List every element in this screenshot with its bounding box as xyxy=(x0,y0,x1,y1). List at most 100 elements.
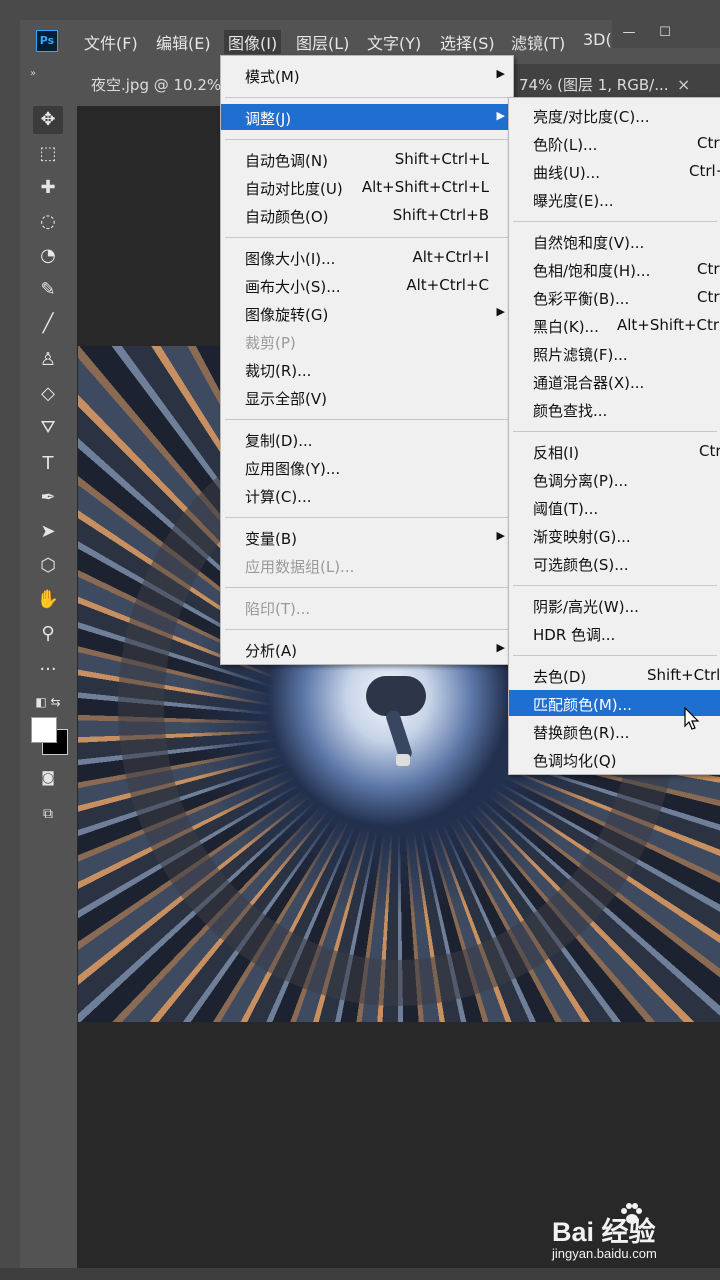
adjust_menu-item-shortcut: Alt+Shift+Ctrl xyxy=(617,316,720,334)
eraser-tool-icon[interactable]: ◇ xyxy=(33,380,63,408)
image_menu-item[interactable]: 图像旋转(G) ▶ xyxy=(221,300,513,326)
adjustments-submenu: 亮度/对比度(C)... 色阶(L)... Ctrl 曲线(U)... Ctrl+ 曝光度… xyxy=(508,97,720,775)
image_menu-item-label: 计算(C)... xyxy=(245,488,312,506)
adjust_menu-item[interactable]: 亮度/对比度(C)... xyxy=(509,102,720,128)
adjust_menu-item[interactable]: 色阶(L)... Ctrl xyxy=(509,130,720,156)
menu-separator xyxy=(513,431,717,432)
image_menu-item[interactable]: 显示全部(V) xyxy=(221,384,513,410)
adjust_menu-item[interactable]: 去色(D) Shift+Ctrl xyxy=(509,662,720,688)
lasso-tool-icon[interactable]: ◌ xyxy=(33,208,63,236)
menu-separator xyxy=(225,97,509,98)
move-tool-icon[interactable]: ✥ xyxy=(33,106,63,134)
image_menu-item-label: 陷印(T)... xyxy=(245,600,311,618)
adjust_menu-item[interactable]: 色调分离(P)... xyxy=(509,466,720,492)
jumping-person xyxy=(356,676,436,766)
adjust_menu-item[interactable]: 通道混合器(X)... xyxy=(509,368,720,394)
menu-file[interactable]: 文件(F) xyxy=(84,30,138,54)
maximize-button[interactable]: ☐ xyxy=(650,23,680,43)
image_menu-item-label: 自动色调(N) xyxy=(245,152,328,170)
image_menu-item[interactable]: 模式(M) ▶ xyxy=(221,62,513,88)
stamp-tool-icon[interactable]: ♙ xyxy=(33,346,63,374)
screen-mode-icon[interactable]: ⧉ xyxy=(33,800,63,828)
adjust_menu-item[interactable]: 自然饱和度(V)... xyxy=(509,228,720,254)
eyedropper-tool-icon[interactable]: ✎ xyxy=(33,276,63,304)
menu-3d[interactable]: 3D( xyxy=(583,30,612,49)
image_menu-item[interactable]: 画布大小(S)... Alt+Ctrl+C xyxy=(221,272,513,298)
adjust_menu-item[interactable]: 阴影/高光(W)... xyxy=(509,592,720,618)
menu-edit[interactable]: 编辑(E) xyxy=(156,30,211,54)
image_menu-item[interactable]: 自动色调(N) Shift+Ctrl+L xyxy=(221,146,513,172)
adjust_menu-item[interactable]: 曲线(U)... Ctrl+ xyxy=(509,158,720,184)
image_menu-item: 陷印(T)... xyxy=(221,594,513,620)
adjust_menu-item[interactable]: 色彩平衡(B)... Ctrl xyxy=(509,284,720,310)
image_menu-item[interactable]: 应用图像(Y)... xyxy=(221,454,513,480)
document-tab-night-sky[interactable]: 夜空.jpg @ 10.2% xyxy=(77,64,227,106)
menu-select[interactable]: 选择(S) xyxy=(440,30,495,54)
adjust_menu-item-label: 自然饱和度(V)... xyxy=(533,234,645,252)
adjust_menu-item-label: 曲线(U)... xyxy=(533,164,600,182)
watermark-brand: Bai 经验 xyxy=(552,1217,656,1247)
brush-tool-icon[interactable]: ╱ xyxy=(33,310,63,338)
image_menu-item-label: 裁切(R)... xyxy=(245,362,312,380)
adjust_menu-item[interactable]: 阈值(T)... xyxy=(509,494,720,520)
adjust_menu-item[interactable]: 照片滤镜(F)... xyxy=(509,340,720,366)
adjust_menu-item[interactable]: 曝光度(E)... xyxy=(509,186,720,212)
menu-separator xyxy=(513,655,717,656)
quick-mask-icon[interactable]: ◙ xyxy=(33,764,63,792)
adjust_menu-item-shortcut: Ctrl xyxy=(697,260,720,278)
image_menu-item-label: 图像旋转(G) xyxy=(245,306,329,324)
path-select-tool-icon[interactable]: ➤ xyxy=(33,518,63,546)
adjust_menu-item[interactable]: 色相/饱和度(H)... Ctrl xyxy=(509,256,720,282)
image_menu-item[interactable]: 分析(A) ▶ xyxy=(221,636,513,662)
quick-select-tool-icon[interactable]: ◔ xyxy=(33,242,63,270)
healing-tool-icon[interactable]: ✚ xyxy=(33,174,63,202)
paint-bucket-tool-icon[interactable]: ⛛ xyxy=(33,414,63,442)
minimize-button[interactable]: — xyxy=(614,23,644,43)
adjust_menu-item[interactable]: 渐变映射(G)... xyxy=(509,522,720,548)
menu-filter[interactable]: 滤镜(T) xyxy=(511,30,565,54)
image_menu-item[interactable]: 调整(J) ▶ xyxy=(221,104,513,130)
submenu-arrow-icon: ▶ xyxy=(496,109,505,122)
adjust_menu-item-label: 替换颜色(R)... xyxy=(533,724,630,742)
adjust_menu-item[interactable]: 可选颜色(S)... xyxy=(509,550,720,576)
swap-colors-icon[interactable]: ◧ ⇆ xyxy=(33,688,63,716)
adjust_menu-item-shortcut: Shift+Ctrl xyxy=(647,666,720,684)
adjust_menu-item-label: 色阶(L)... xyxy=(533,136,598,154)
adjust_menu-item[interactable]: 颜色查找... xyxy=(509,396,720,422)
zoom-tool-icon[interactable]: ⚲ xyxy=(33,620,63,648)
menu-layer[interactable]: 图层(L) xyxy=(296,30,349,54)
marquee-tool-icon[interactable]: ⬚ xyxy=(33,140,63,168)
adjust_menu-item-label: 颜色查找... xyxy=(533,402,608,420)
adjust_menu-item-label: 黑白(K)... xyxy=(533,318,599,336)
adjust_menu-item[interactable]: 色调均化(Q) xyxy=(509,746,720,772)
foreground-color-swatch[interactable] xyxy=(31,717,57,743)
image_menu-item-label: 变量(B) xyxy=(245,530,297,548)
adjust_menu-item-shortcut: Ctrl xyxy=(697,288,720,306)
image_menu-item[interactable]: 复制(D)... xyxy=(221,426,513,452)
adjust_menu-item-label: 可选颜色(S)... xyxy=(533,556,629,574)
adjust_menu-item[interactable]: 黑白(K)... Alt+Shift+Ctrl xyxy=(509,312,720,338)
image_menu-item[interactable]: 变量(B) ▶ xyxy=(221,524,513,550)
menu-type[interactable]: 文字(Y) xyxy=(367,30,421,54)
adjust_menu-item[interactable]: HDR 色调... xyxy=(509,620,720,646)
image_menu-item[interactable]: 自动对比度(U) Alt+Shift+Ctrl+L xyxy=(221,174,513,200)
window-frame-top xyxy=(0,0,720,20)
hand-tool-icon[interactable]: ✋ xyxy=(33,586,63,614)
image_menu-item[interactable]: 计算(C)... xyxy=(221,482,513,508)
image_menu-item[interactable]: 图像大小(I)... Alt+Ctrl+I xyxy=(221,244,513,270)
image_menu-item-shortcut: Shift+Ctrl+L xyxy=(394,150,489,168)
adjust_menu-item-label: 色调分离(P)... xyxy=(533,472,629,490)
image-menu-dropdown: 模式(M) ▶ 调整(J) ▶ 自动色调(N) Shift+Ctrl+L 自动对比度(U) A… xyxy=(220,55,514,665)
adjust_menu-item-label: 色相/饱和度(H)... xyxy=(533,262,651,280)
panel-collapse-icon[interactable]: » xyxy=(30,68,36,79)
type-tool-icon[interactable]: T xyxy=(33,450,63,478)
adjust_menu-item[interactable]: 反相(I) Ctr xyxy=(509,438,720,464)
shape-tool-icon[interactable]: ⬡ xyxy=(33,552,63,580)
adjust_menu-item-label: 亮度/对比度(C)... xyxy=(533,108,650,126)
tools-panel: » ✥ ⬚ ✚ ◌ ◔ ✎ ╱ ♙ ◇ ⛛ T ✒ ➤ ⬡ ✋ ⚲ ··· ◧ … xyxy=(20,64,77,1268)
menu-image[interactable]: 图像(I) xyxy=(224,30,282,54)
more-tools-icon[interactable]: ··· xyxy=(33,656,63,684)
image_menu-item[interactable]: 自动颜色(O) Shift+Ctrl+B xyxy=(221,202,513,228)
image_menu-item[interactable]: 裁切(R)... xyxy=(221,356,513,382)
pen-tool-icon[interactable]: ✒ xyxy=(33,484,63,512)
